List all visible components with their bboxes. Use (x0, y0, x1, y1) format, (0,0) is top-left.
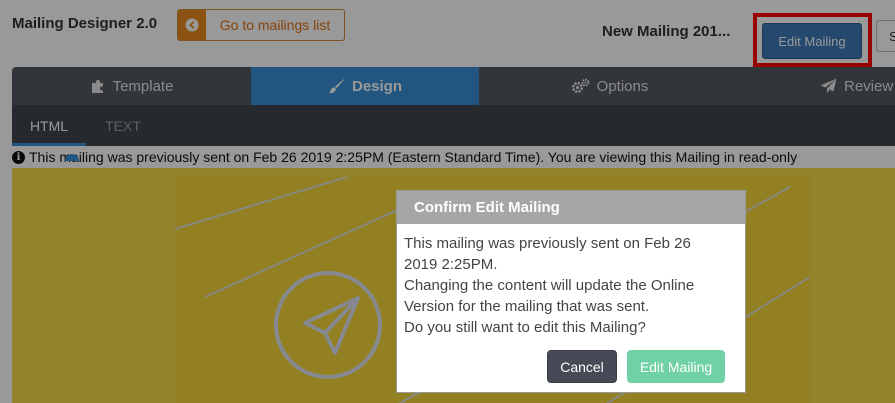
dialog-message-line: 2019 2:25PM. (404, 256, 498, 273)
dialog-title: Confirm Edit Mailing (397, 191, 745, 224)
dialog-message-line: This mailing was previously sent on Feb … (404, 235, 691, 252)
dialog-message: This mailing was previously sent on Feb … (397, 224, 745, 338)
confirm-edit-mailing-button[interactable]: Edit Mailing (627, 350, 725, 383)
confirm-edit-dialog: Confirm Edit Mailing This mailing was pr… (396, 190, 746, 393)
dialog-message-line: Do you still want to edit this Mailing? (404, 319, 646, 336)
cancel-button[interactable]: Cancel (547, 350, 617, 383)
dialog-message-line: Version for the mailing that was sent. (404, 298, 650, 315)
dialog-message-line: Changing the content will update the Onl… (404, 277, 695, 294)
